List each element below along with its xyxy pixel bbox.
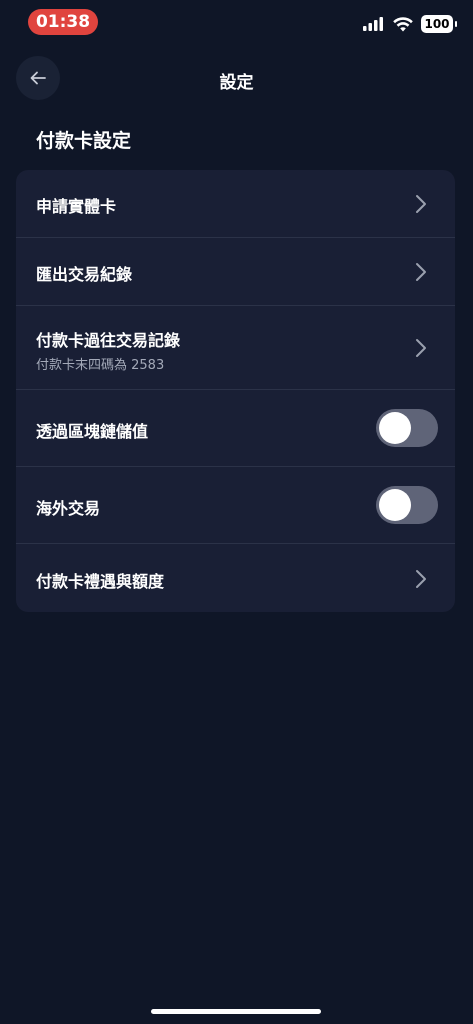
toggle-knob [379,489,411,521]
row-label: 海外交易 [36,499,101,518]
chevron-right-icon [416,570,426,588]
page-title: 設定 [219,73,254,93]
signal-icon [363,17,383,31]
section-title: 付款卡設定 [36,130,132,152]
settings-card: 申請實體卡 匯出交易紀錄 付款卡過往交易記錄 付款卡末四碼為 2583 透過區塊… [16,170,455,612]
settings-row-apply-physical-card[interactable]: 申請實體卡 [16,170,455,238]
status-time: 01:38 [28,9,98,35]
chevron-right-icon [416,339,426,357]
row-label: 付款卡禮遇與額度 [36,572,165,591]
toggle-knob [379,412,411,444]
settings-row-blockchain-topup: 透過區塊鏈儲值 [16,390,455,467]
row-label: 匯出交易紀錄 [36,265,133,284]
row-label: 付款卡過往交易記錄 [36,331,181,350]
header: 設定 [0,56,473,104]
wifi-icon [393,16,413,31]
chevron-right-icon [416,195,426,213]
blockchain-topup-toggle[interactable] [376,409,438,447]
status-bar: 01:38 100 [0,0,473,44]
settings-row-overseas-transactions: 海外交易 [16,467,455,544]
chevron-right-icon [416,263,426,281]
status-icons: 100 [363,12,457,36]
battery-icon: 100 [421,15,457,33]
settings-row-export-transactions[interactable]: 匯出交易紀錄 [16,238,455,306]
row-label: 透過區塊鏈儲值 [36,422,149,441]
overseas-transactions-toggle[interactable] [376,486,438,524]
home-indicator[interactable] [151,1009,321,1014]
row-subtitle: 付款卡末四碼為 2583 [36,358,165,373]
settings-row-transaction-history[interactable]: 付款卡過往交易記錄 付款卡末四碼為 2583 [16,306,455,390]
row-label: 申請實體卡 [36,197,117,216]
settings-row-card-benefits[interactable]: 付款卡禮遇與額度 [16,544,455,612]
